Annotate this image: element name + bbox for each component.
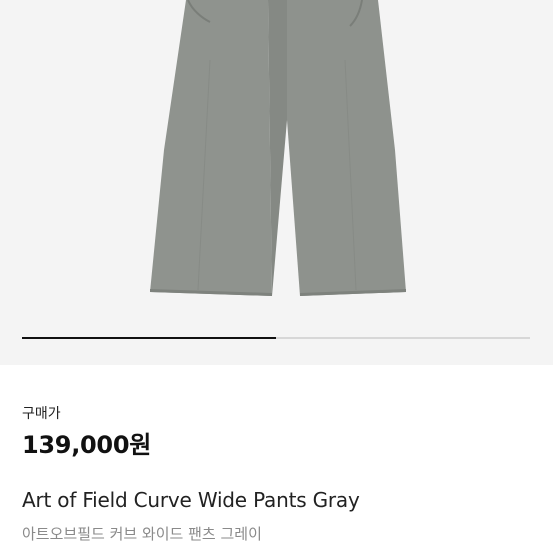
product-image[interactable] xyxy=(0,0,553,365)
pants-photo xyxy=(150,0,406,296)
price-label: 구매가 xyxy=(22,406,61,422)
gallery-progress-bar xyxy=(22,337,530,339)
price-value: 139,000원 xyxy=(22,431,151,459)
product-title-ko: 아트오브필드 커브 와이드 팬츠 그레이 xyxy=(22,525,262,543)
pants-left-leg xyxy=(150,0,272,296)
pants-right-leg xyxy=(287,0,406,296)
product-title-en: Art of Field Curve Wide Pants Gray xyxy=(22,488,360,512)
gallery-progress-fill xyxy=(22,337,276,339)
